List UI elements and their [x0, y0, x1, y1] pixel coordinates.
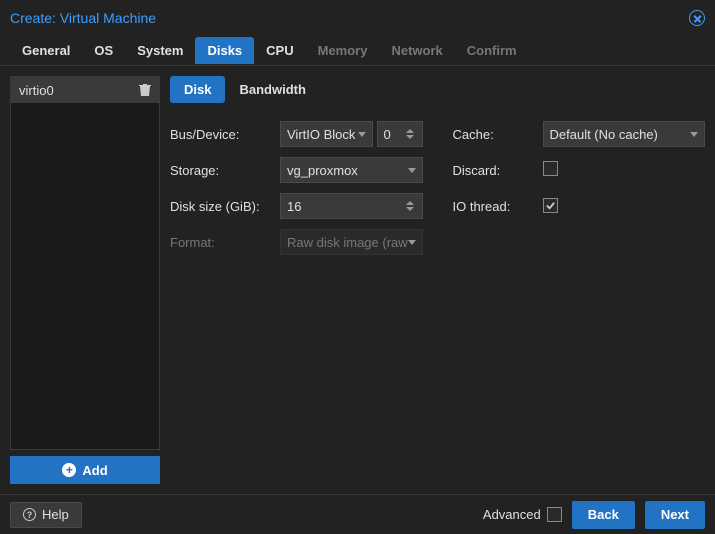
- iothread-checkbox[interactable]: [543, 198, 558, 213]
- discard-checkbox[interactable]: [543, 161, 558, 176]
- bus-select[interactable]: VirtIO Block: [280, 121, 373, 147]
- wizard-tabs: General OS System Disks CPU Memory Netwo…: [0, 36, 715, 66]
- arrow-up-icon[interactable]: [406, 201, 414, 205]
- storage-label: Storage:: [170, 163, 280, 178]
- close-icon[interactable]: [689, 10, 705, 26]
- add-button-label: Add: [82, 463, 107, 478]
- tab-system[interactable]: System: [125, 37, 195, 64]
- size-label: Disk size (GiB):: [170, 199, 280, 214]
- advanced-label: Advanced: [483, 507, 541, 522]
- cache-value: Default (No cache): [550, 127, 658, 142]
- dialog-footer: ? Help Advanced Back Next: [0, 494, 715, 534]
- format-select: Raw disk image (raw: [280, 229, 423, 255]
- bus-value: VirtIO Block: [287, 127, 355, 142]
- storage-value: vg_proxmox: [287, 163, 358, 178]
- tab-confirm: Confirm: [455, 37, 529, 64]
- chevron-down-icon: [690, 132, 698, 137]
- arrow-up-icon[interactable]: [406, 129, 414, 133]
- tab-cpu[interactable]: CPU: [254, 37, 305, 64]
- form-grid: Bus/Device: VirtIO Block 0: [170, 121, 705, 255]
- plus-icon: +: [62, 463, 76, 477]
- tab-os[interactable]: OS: [82, 37, 125, 64]
- help-label: Help: [42, 507, 69, 522]
- add-disk-button[interactable]: + Add: [10, 456, 160, 484]
- format-label: Format:: [170, 235, 280, 250]
- form-col-right: Cache: Default (No cache) Discard:: [453, 121, 706, 255]
- cache-label: Cache:: [453, 127, 543, 142]
- disk-config-main: Disk Bandwidth Bus/Device: VirtIO Block: [170, 76, 705, 484]
- disk-sidebar: virtio0 + Add: [10, 76, 160, 484]
- discard-label: Discard:: [453, 163, 543, 178]
- advanced-checkbox[interactable]: [547, 507, 562, 522]
- disk-size-input[interactable]: [287, 199, 416, 214]
- help-icon: ?: [23, 508, 36, 521]
- tab-general[interactable]: General: [10, 37, 82, 64]
- storage-select[interactable]: vg_proxmox: [280, 157, 423, 183]
- subtab-bandwidth[interactable]: Bandwidth: [225, 76, 319, 103]
- tab-network: Network: [379, 37, 454, 64]
- bus-label: Bus/Device:: [170, 127, 280, 142]
- titlebar: Create: Virtual Machine: [0, 0, 715, 36]
- arrow-down-icon[interactable]: [406, 135, 414, 139]
- next-button[interactable]: Next: [645, 501, 705, 529]
- create-vm-dialog: Create: Virtual Machine General OS Syste…: [0, 0, 715, 534]
- form-col-left: Bus/Device: VirtIO Block 0: [170, 121, 423, 255]
- disk-subtabs: Disk Bandwidth: [170, 76, 705, 103]
- format-value: Raw disk image (raw: [287, 235, 408, 250]
- help-button[interactable]: ? Help: [10, 502, 82, 528]
- device-index-value: 0: [384, 127, 391, 142]
- dialog-title: Create: Virtual Machine: [10, 10, 156, 26]
- list-item[interactable]: virtio0: [11, 77, 159, 103]
- advanced-toggle[interactable]: Advanced: [483, 507, 562, 522]
- disk-list: virtio0: [10, 76, 160, 450]
- tab-memory: Memory: [306, 37, 380, 64]
- cache-select[interactable]: Default (No cache): [543, 121, 706, 147]
- tab-disks[interactable]: Disks: [195, 37, 254, 64]
- chevron-down-icon: [408, 168, 416, 173]
- trash-icon[interactable]: [139, 83, 151, 97]
- iothread-label: IO thread:: [453, 199, 543, 214]
- disk-item-label: virtio0: [19, 83, 54, 98]
- back-button[interactable]: Back: [572, 501, 635, 529]
- arrow-down-icon[interactable]: [406, 207, 414, 211]
- chevron-down-icon: [408, 240, 416, 245]
- dialog-body: virtio0 + Add Disk Bandwidth Bus/Devic: [0, 66, 715, 494]
- subtab-disk[interactable]: Disk: [170, 76, 225, 103]
- disk-size-stepper[interactable]: [280, 193, 423, 219]
- device-index-stepper[interactable]: 0: [377, 121, 423, 147]
- chevron-down-icon: [358, 132, 366, 137]
